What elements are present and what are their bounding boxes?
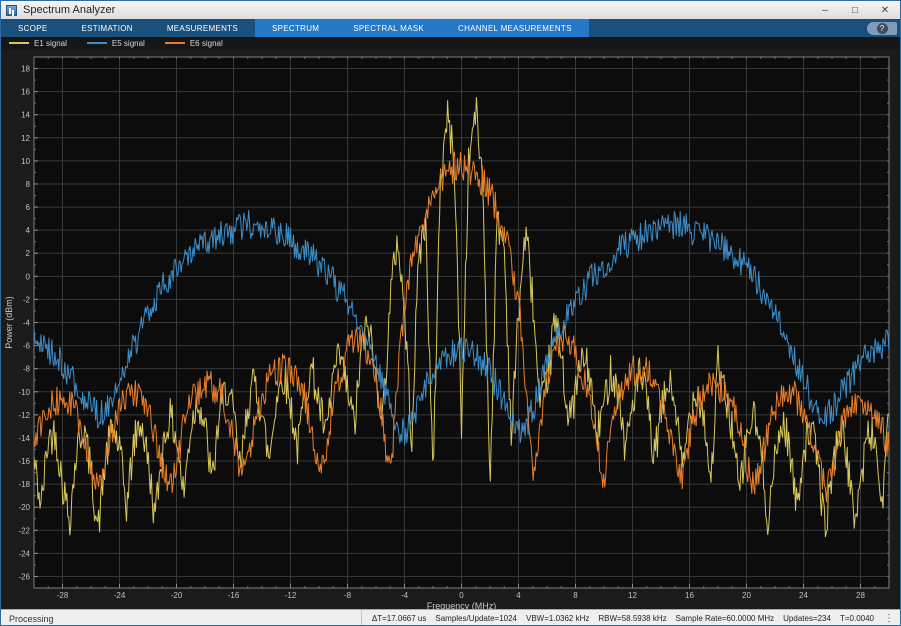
legend-line-icon bbox=[165, 42, 185, 44]
stat-samples-update: Samples/Update=1024 bbox=[435, 614, 517, 623]
tab-scope[interactable]: SCOPE bbox=[1, 19, 65, 37]
stat-rbw: RBW=58.5938 kHz bbox=[598, 614, 666, 623]
titlebar: Spectrum Analyzer – □ ✕ bbox=[1, 1, 900, 19]
spectrum-analyzer-window: Spectrum Analyzer – □ ✕ SCOPEESTIMATIONM… bbox=[0, 0, 901, 626]
y-tick-label: -16 bbox=[18, 457, 30, 466]
stat-sample-rate: Sample Rate=60.0000 MHz bbox=[676, 614, 775, 623]
stat-vbw: VBW=1.0362 kHz bbox=[526, 614, 589, 623]
y-tick-label: -14 bbox=[18, 434, 30, 443]
y-tick-label: -4 bbox=[23, 319, 31, 328]
legend-line-icon bbox=[9, 42, 29, 44]
legend-label: E1 signal bbox=[34, 39, 67, 48]
y-tick-label: 18 bbox=[21, 65, 30, 74]
maximize-button[interactable]: □ bbox=[840, 1, 870, 19]
x-tick-label: -8 bbox=[344, 591, 352, 600]
y-tick-label: -8 bbox=[23, 365, 31, 374]
status-text: Processing bbox=[1, 614, 54, 624]
y-tick-label: -22 bbox=[18, 526, 30, 535]
plot-region[interactable]: -28-24-20-16-12-8-40481216202428-26-24-2… bbox=[1, 49, 901, 609]
y-tick-label: 12 bbox=[21, 134, 30, 143]
tab-spectrum[interactable]: SPECTRUM bbox=[255, 19, 336, 37]
toolstrip: SCOPEESTIMATIONMEASUREMENTS SPECTRUMSPEC… bbox=[1, 19, 900, 37]
context-tab-group: SPECTRUMSPECTRAL MASKCHANNEL MEASUREMENT… bbox=[255, 19, 589, 37]
legend-item-e5-signal[interactable]: E5 signal bbox=[87, 39, 145, 48]
close-button[interactable]: ✕ bbox=[870, 1, 900, 19]
y-tick-label: 8 bbox=[26, 180, 31, 189]
tab-measurements[interactable]: MEASUREMENTS bbox=[150, 19, 255, 37]
y-tick-label: 6 bbox=[26, 203, 31, 212]
spectrum-chart[interactable]: -28-24-20-16-12-8-40481216202428-26-24-2… bbox=[1, 49, 901, 609]
legend-label: E5 signal bbox=[112, 39, 145, 48]
y-tick-label: -12 bbox=[18, 411, 30, 420]
x-tick-label: 16 bbox=[685, 591, 694, 600]
tab-spectral-mask[interactable]: SPECTRAL MASK bbox=[336, 19, 441, 37]
y-tick-label: -10 bbox=[18, 388, 30, 397]
x-tick-label: -4 bbox=[401, 591, 409, 600]
y-axis-label: Power (dBm) bbox=[4, 296, 14, 349]
window-title: Spectrum Analyzer bbox=[23, 4, 115, 16]
legend-item-e1-signal[interactable]: E1 signal bbox=[9, 39, 67, 48]
help-icon: ? bbox=[877, 23, 888, 34]
tab-estimation[interactable]: ESTIMATION bbox=[65, 19, 150, 37]
stat-t: ΔT=17.0667 us bbox=[372, 614, 427, 623]
help-button[interactable]: ? bbox=[867, 22, 897, 35]
y-tick-label: 14 bbox=[21, 111, 30, 120]
status-bar: Processing ΔT=17.0667 us Samples/Update=1… bbox=[1, 609, 900, 626]
y-tick-label: 10 bbox=[21, 157, 30, 166]
x-tick-label: -24 bbox=[114, 591, 126, 600]
status-stats: ΔT=17.0667 us Samples/Update=1024 VBW=1.03… bbox=[361, 610, 882, 626]
stat-t: T=0.0040 bbox=[840, 614, 874, 623]
x-tick-label: -20 bbox=[171, 591, 183, 600]
legend-label: E6 signal bbox=[190, 39, 223, 48]
x-tick-label: 24 bbox=[799, 591, 808, 600]
legend: E1 signal E5 signal E6 signal bbox=[1, 37, 900, 49]
overflow-menu-icon[interactable]: ⋮ bbox=[882, 613, 900, 624]
stat-updates: Updates=234 bbox=[783, 614, 831, 623]
minimize-button[interactable]: – bbox=[810, 1, 840, 19]
x-tick-label: 0 bbox=[459, 591, 464, 600]
x-tick-label: 12 bbox=[628, 591, 637, 600]
y-tick-label: 4 bbox=[26, 226, 31, 235]
app-icon bbox=[6, 5, 17, 16]
y-tick-label: 2 bbox=[26, 249, 31, 258]
y-tick-label: -18 bbox=[18, 480, 30, 489]
x-tick-label: -28 bbox=[57, 591, 69, 600]
x-tick-label: 8 bbox=[573, 591, 578, 600]
y-tick-label: -24 bbox=[18, 549, 30, 558]
x-axis-label: Frequency (MHz) bbox=[427, 601, 497, 609]
y-tick-label: -2 bbox=[23, 295, 31, 304]
tab-channel-measurements[interactable]: CHANNEL MEASUREMENTS bbox=[441, 19, 589, 37]
y-tick-label: -26 bbox=[18, 572, 30, 581]
y-tick-label: -6 bbox=[23, 342, 31, 351]
y-tick-label: -20 bbox=[18, 503, 30, 512]
x-tick-label: -12 bbox=[285, 591, 297, 600]
x-tick-label: 4 bbox=[516, 591, 521, 600]
y-tick-label: 0 bbox=[26, 272, 31, 281]
x-tick-label: 28 bbox=[856, 591, 865, 600]
window-controls: – □ ✕ bbox=[810, 1, 900, 19]
legend-item-e6-signal[interactable]: E6 signal bbox=[165, 39, 223, 48]
legend-line-icon bbox=[87, 42, 107, 44]
y-tick-label: 16 bbox=[21, 88, 30, 97]
x-tick-label: -16 bbox=[228, 591, 240, 600]
x-tick-label: 20 bbox=[742, 591, 751, 600]
main-tab-group: SCOPEESTIMATIONMEASUREMENTS bbox=[1, 19, 255, 37]
